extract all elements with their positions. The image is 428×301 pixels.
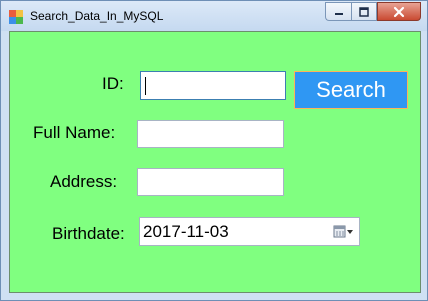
window-title: Search_Data_In_MySQL xyxy=(30,9,164,23)
id-label: ID: xyxy=(102,74,124,93)
birthdate-value: 2017-11-03 xyxy=(143,222,229,241)
birthdate-picker[interactable]: 2017-11-03 xyxy=(139,217,360,246)
caption-buttons xyxy=(325,2,421,21)
minimize-icon xyxy=(334,12,343,15)
app-icon xyxy=(9,10,23,24)
id-input[interactable] xyxy=(140,71,286,100)
address-label: Address: xyxy=(50,172,118,191)
maximize-button[interactable] xyxy=(351,2,377,21)
full-name-input[interactable] xyxy=(137,120,284,148)
search-button[interactable]: Search xyxy=(294,71,408,109)
text-caret xyxy=(145,77,146,95)
calendar-dropdown-icon[interactable] xyxy=(333,224,355,240)
title-bar[interactable]: Search_Data_In_MySQL xyxy=(1,1,427,31)
app-window: Search_Data_In_MySQL ID: Search Full Nam… xyxy=(0,0,428,301)
close-button[interactable] xyxy=(377,2,421,21)
close-icon xyxy=(393,6,405,17)
form-client-area: ID: Search Full Name: Address: Birthdate… xyxy=(9,31,421,293)
maximize-icon xyxy=(359,6,369,17)
birthdate-label: Birthdate: xyxy=(52,224,125,243)
minimize-button[interactable] xyxy=(325,2,351,21)
address-input[interactable] xyxy=(137,168,284,196)
full-name-label: Full Name: xyxy=(33,123,116,142)
